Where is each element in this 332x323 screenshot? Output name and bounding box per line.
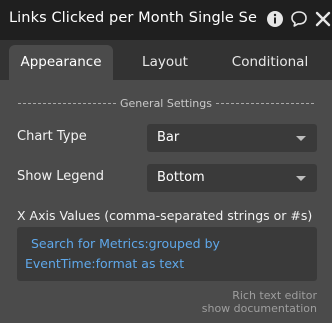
section-header-general-settings: General Settings xyxy=(18,96,314,110)
section-title: General Settings xyxy=(120,96,212,110)
section-divider-left xyxy=(18,102,117,104)
tab-appearance[interactable]: Appearance xyxy=(9,45,113,80)
x-axis-values-label: X Axis Values (comma-separated strings o… xyxy=(17,208,313,223)
tab-layout[interactable]: Layout xyxy=(118,45,212,80)
close-icon[interactable] xyxy=(314,10,332,28)
comment-icon[interactable] xyxy=(290,10,308,28)
rich-text-editor-link[interactable]: Rich text editor xyxy=(232,289,317,302)
section-divider-right xyxy=(215,102,314,104)
property-editor-header: Links Clicked per Month Single Se xyxy=(0,0,332,40)
info-icon[interactable] xyxy=(266,10,284,28)
show-documentation-link[interactable]: show documentation xyxy=(202,302,317,315)
chart-type-label: Chart Type xyxy=(17,129,87,144)
chart-type-dropdown[interactable]: Bar xyxy=(147,124,317,152)
show-legend-value: Bottom xyxy=(157,170,205,185)
tab-bar: Appearance Layout Conditional xyxy=(0,40,332,80)
show-legend-label: Show Legend xyxy=(17,169,104,184)
x-axis-values-input[interactable]: Search for Metrics:grouped by EventTime:… xyxy=(17,227,317,281)
chevron-down-icon xyxy=(296,136,306,141)
tab-conditional[interactable]: Conditional xyxy=(218,45,322,80)
chart-type-value: Bar xyxy=(157,130,180,145)
element-title[interactable]: Links Clicked per Month Single Se xyxy=(9,10,259,26)
chevron-down-icon xyxy=(296,176,306,181)
dynamic-expression[interactable]: Search for Metrics:grouped by EventTime:… xyxy=(25,234,315,274)
show-legend-dropdown[interactable]: Bottom xyxy=(147,164,317,192)
